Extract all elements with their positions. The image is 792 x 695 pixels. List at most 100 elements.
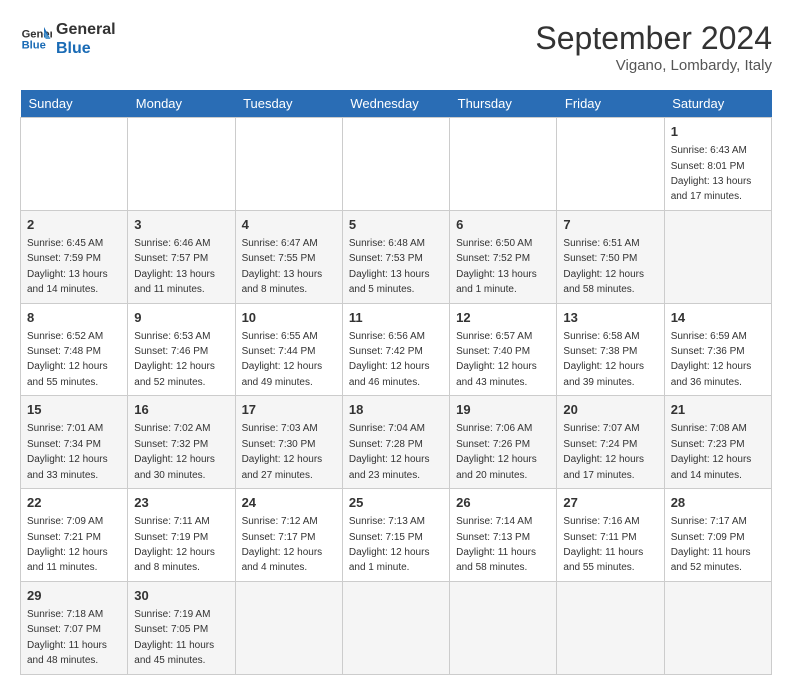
day-number: 16 <box>134 401 228 419</box>
location: Vigano, Lombardy, Italy <box>535 57 772 74</box>
day-info: Sunrise: 6:51 AMSunset: 7:50 PMDaylight:… <box>563 238 644 295</box>
calendar-cell-18: 18Sunrise: 7:04 AMSunset: 7:28 PMDayligh… <box>342 396 449 489</box>
calendar-cell-6: 6Sunrise: 6:50 AMSunset: 7:52 PMDaylight… <box>450 210 557 303</box>
calendar-cell-3: 3 Sunrise: 6:46 AMSunset: 7:57 PMDaylight… <box>128 210 235 303</box>
header-tuesday: Tuesday <box>235 90 342 118</box>
day-number: 29 <box>27 587 121 605</box>
month-title: September 2024 <box>535 20 772 57</box>
calendar-header-row: SundayMondayTuesdayWednesdayThursdayFrid… <box>21 90 772 118</box>
calendar-week-5: 29 Sunrise: 7:18 AMSunset: 7:07 PMDayligh… <box>21 581 772 674</box>
calendar-week-0: 1 Sunrise: 6:43 AMSunset: 8:01 PMDaylight… <box>21 118 772 211</box>
logo-line1: General <box>56 20 116 39</box>
calendar-week-2: 8 Sunrise: 6:52 AMSunset: 7:48 PMDaylight… <box>21 303 772 396</box>
day-info: Sunrise: 6:46 AMSunset: 7:57 PMDaylight:… <box>134 238 215 295</box>
day-number: 12 <box>456 309 550 327</box>
day-number: 22 <box>27 494 121 512</box>
empty-cell <box>235 581 342 674</box>
calendar-cell-19: 19 Sunrise: 7:06 AMSunset: 7:26 PMDayligh… <box>450 396 557 489</box>
day-number: 21 <box>671 401 765 419</box>
empty-cell <box>557 581 664 674</box>
day-info: Sunrise: 7:17 AMSunset: 7:09 PMDaylight:… <box>671 516 751 573</box>
calendar-cell-17: 17 Sunrise: 7:03 AMSunset: 7:30 PMDayligh… <box>235 396 342 489</box>
calendar-cell-2: 2Sunrise: 6:45 AMSunset: 7:59 PMDaylight… <box>21 210 128 303</box>
day-number: 14 <box>671 309 765 327</box>
calendar-week-1: 2Sunrise: 6:45 AMSunset: 7:59 PMDaylight… <box>21 210 772 303</box>
day-info: Sunrise: 7:19 AMSunset: 7:05 PMDaylight:… <box>134 609 214 666</box>
calendar-cell-12: 12 Sunrise: 6:57 AMSunset: 7:40 PMDayligh… <box>450 303 557 396</box>
calendar-cell-20: 20Sunrise: 7:07 AMSunset: 7:24 PMDayligh… <box>557 396 664 489</box>
day-number: 30 <box>134 587 228 605</box>
day-number: 25 <box>349 494 443 512</box>
calendar-cell-22: 22 Sunrise: 7:09 AMSunset: 7:21 PMDayligh… <box>21 489 128 582</box>
day-info: Sunrise: 7:14 AMSunset: 7:13 PMDaylight:… <box>456 516 536 573</box>
calendar-cell-25: 25 Sunrise: 7:13 AMSunset: 7:15 PMDayligh… <box>342 489 449 582</box>
calendar-cell-7: 7 Sunrise: 6:51 AMSunset: 7:50 PMDaylight… <box>557 210 664 303</box>
day-info: Sunrise: 6:57 AMSunset: 7:40 PMDaylight:… <box>456 331 537 388</box>
day-info: Sunrise: 6:50 AMSunset: 7:52 PMDaylight:… <box>456 238 537 295</box>
calendar-cell-24: 24Sunrise: 7:12 AMSunset: 7:17 PMDayligh… <box>235 489 342 582</box>
calendar-cell-26: 26 Sunrise: 7:14 AMSunset: 7:13 PMDayligh… <box>450 489 557 582</box>
day-info: Sunrise: 6:47 AMSunset: 7:55 PMDaylight:… <box>242 238 323 295</box>
logo-line2: Blue <box>56 39 116 58</box>
day-info: Sunrise: 6:53 AMSunset: 7:46 PMDaylight:… <box>134 331 215 388</box>
empty-cell <box>342 118 449 211</box>
calendar-cell-1: 1 Sunrise: 6:43 AMSunset: 8:01 PMDaylight… <box>664 118 771 211</box>
day-number: 5 <box>349 216 443 234</box>
day-info: Sunrise: 7:12 AMSunset: 7:17 PMDaylight:… <box>242 516 323 573</box>
svg-text:Blue: Blue <box>22 40 46 52</box>
empty-cell <box>664 581 771 674</box>
calendar-cell-29: 29 Sunrise: 7:18 AMSunset: 7:07 PMDayligh… <box>21 581 128 674</box>
day-number: 2 <box>27 216 121 234</box>
day-info: Sunrise: 7:09 AMSunset: 7:21 PMDaylight:… <box>27 516 108 573</box>
day-number: 28 <box>671 494 765 512</box>
empty-cell <box>450 118 557 211</box>
calendar-cell-14: 14Sunrise: 6:59 AMSunset: 7:36 PMDayligh… <box>664 303 771 396</box>
calendar-week-4: 22 Sunrise: 7:09 AMSunset: 7:21 PMDayligh… <box>21 489 772 582</box>
day-number: 27 <box>563 494 657 512</box>
logo-icon: General Blue <box>20 23 52 55</box>
day-info: Sunrise: 7:07 AMSunset: 7:24 PMDaylight:… <box>563 423 644 480</box>
header-sunday: Sunday <box>21 90 128 118</box>
day-info: Sunrise: 7:04 AMSunset: 7:28 PMDaylight:… <box>349 423 430 480</box>
day-info: Sunrise: 7:08 AMSunset: 7:23 PMDaylight:… <box>671 423 752 480</box>
header-wednesday: Wednesday <box>342 90 449 118</box>
day-info: Sunrise: 7:11 AMSunset: 7:19 PMDaylight:… <box>134 516 215 573</box>
calendar-cell-27: 27 Sunrise: 7:16 AMSunset: 7:11 PMDayligh… <box>557 489 664 582</box>
day-number: 23 <box>134 494 228 512</box>
day-number: 9 <box>134 309 228 327</box>
day-info: Sunrise: 7:02 AMSunset: 7:32 PMDaylight:… <box>134 423 215 480</box>
empty-cell <box>557 118 664 211</box>
day-info: Sunrise: 7:13 AMSunset: 7:15 PMDaylight:… <box>349 516 430 573</box>
day-info: Sunrise: 7:16 AMSunset: 7:11 PMDaylight:… <box>563 516 643 573</box>
calendar-cell-16: 16 Sunrise: 7:02 AMSunset: 7:32 PMDayligh… <box>128 396 235 489</box>
logo: General Blue General Blue <box>20 20 116 58</box>
day-info: Sunrise: 7:18 AMSunset: 7:07 PMDaylight:… <box>27 609 107 666</box>
day-number: 13 <box>563 309 657 327</box>
day-info: Sunrise: 7:03 AMSunset: 7:30 PMDaylight:… <box>242 423 323 480</box>
day-info: Sunrise: 7:06 AMSunset: 7:26 PMDaylight:… <box>456 423 537 480</box>
calendar-week-3: 15Sunrise: 7:01 AMSunset: 7:34 PMDayligh… <box>21 396 772 489</box>
day-number: 8 <box>27 309 121 327</box>
day-number: 4 <box>242 216 336 234</box>
empty-cell <box>128 118 235 211</box>
header-monday: Monday <box>128 90 235 118</box>
header-saturday: Saturday <box>664 90 771 118</box>
day-number: 19 <box>456 401 550 419</box>
calendar-cell-21: 21 Sunrise: 7:08 AMSunset: 7:23 PMDayligh… <box>664 396 771 489</box>
calendar-cell-23: 23 Sunrise: 7:11 AMSunset: 7:19 PMDayligh… <box>128 489 235 582</box>
calendar-table: SundayMondayTuesdayWednesdayThursdayFrid… <box>20 90 772 675</box>
day-number: 7 <box>563 216 657 234</box>
calendar-cell-5: 5Sunrise: 6:48 AMSunset: 7:53 PMDaylight… <box>342 210 449 303</box>
calendar-cell-28: 28 Sunrise: 7:17 AMSunset: 7:09 PMDayligh… <box>664 489 771 582</box>
day-number: 10 <box>242 309 336 327</box>
day-number: 17 <box>242 401 336 419</box>
empty-cell <box>450 581 557 674</box>
header-friday: Friday <box>557 90 664 118</box>
day-number: 1 <box>671 123 765 141</box>
calendar-cell-8: 8 Sunrise: 6:52 AMSunset: 7:48 PMDaylight… <box>21 303 128 396</box>
day-number: 3 <box>134 216 228 234</box>
header: General Blue General Blue September 2024… <box>20 20 772 74</box>
day-info: Sunrise: 6:43 AMSunset: 8:01 PMDaylight:… <box>671 145 752 202</box>
day-number: 26 <box>456 494 550 512</box>
day-info: Sunrise: 6:52 AMSunset: 7:48 PMDaylight:… <box>27 331 108 388</box>
